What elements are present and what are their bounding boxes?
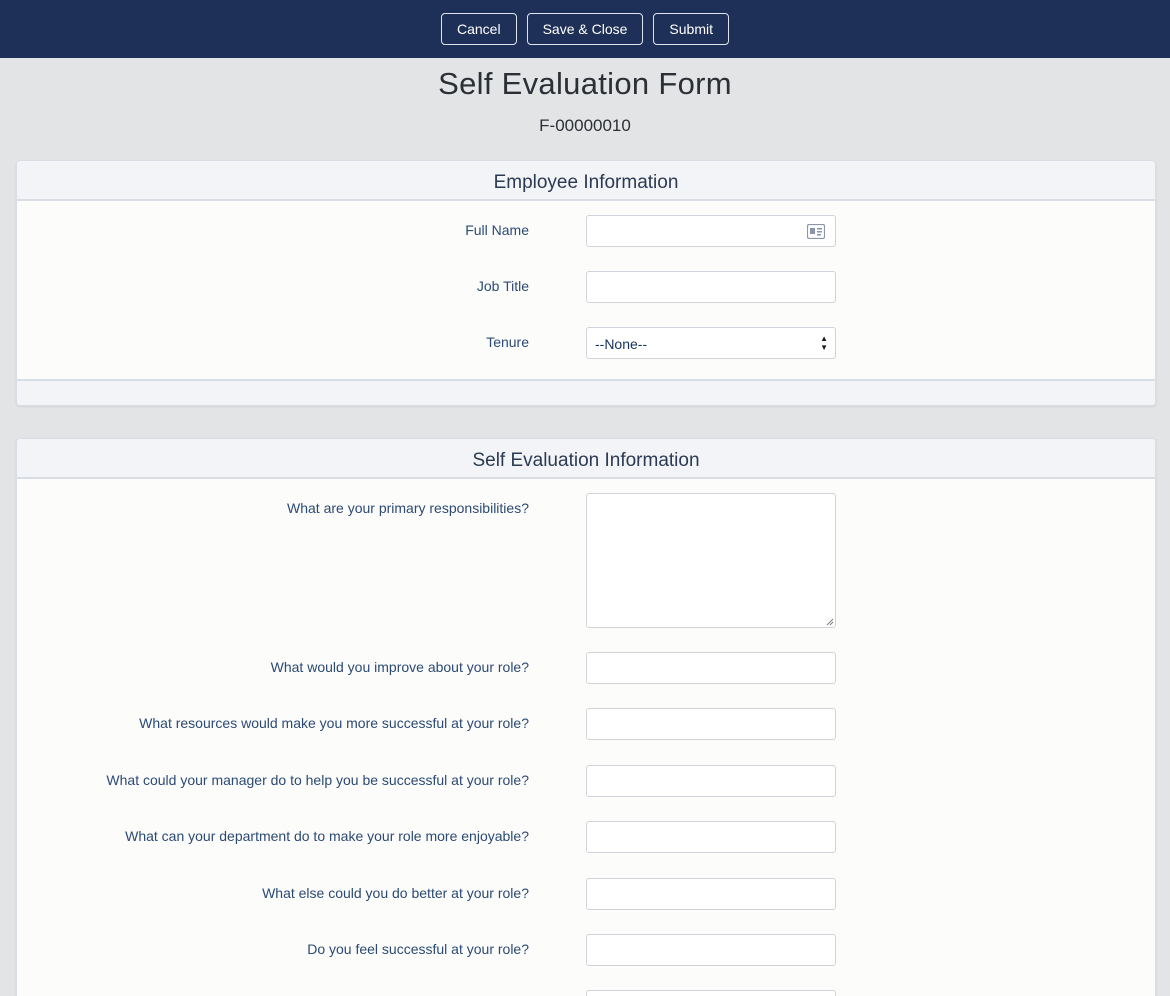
do-better-input[interactable]: [586, 878, 836, 910]
section-title: Employee Information: [17, 161, 1155, 201]
full-name-input[interactable]: [586, 215, 836, 247]
responsibilities-textarea[interactable]: [586, 493, 836, 628]
form-id: F-00000010: [539, 116, 631, 135]
job-title-label: Job Title: [476, 278, 529, 294]
question-label: What could your manager do to help you b…: [106, 772, 529, 788]
tenure-select[interactable]: --None-- ▲ ▼: [586, 327, 836, 359]
question-label: What would you improve about your role?: [270, 659, 529, 675]
improve-role-input[interactable]: [586, 652, 836, 684]
tenure-label: Tenure: [486, 334, 529, 350]
question-label: What can your department do to make your…: [125, 828, 529, 844]
job-title-input[interactable]: [586, 271, 836, 303]
feel-successful-input[interactable]: [586, 934, 836, 966]
action-bar: Cancel Save & Close Submit: [0, 0, 1170, 58]
resources-input[interactable]: [586, 708, 836, 740]
contact-card-icon[interactable]: [807, 224, 825, 239]
question-label: Do you feel successful at your role?: [307, 941, 529, 957]
question-label: What else could you do better at your ro…: [262, 885, 529, 901]
page-title: Self Evaluation Form: [438, 66, 732, 101]
section-title: Self Evaluation Information: [17, 439, 1155, 479]
full-name-label: Full Name: [465, 222, 529, 238]
employee-information-section: Employee Information Full Name Job Title…: [16, 160, 1156, 406]
question-label: What resources would make you more succe…: [139, 715, 529, 731]
manager-help-input[interactable]: [586, 765, 836, 797]
next-question-input[interactable]: [586, 990, 836, 996]
cancel-button[interactable]: Cancel: [441, 13, 517, 45]
self-evaluation-section: Self Evaluation Information What are you…: [16, 438, 1156, 996]
tenure-selected-value: --None--: [595, 336, 648, 352]
select-arrows-icon: ▲ ▼: [820, 334, 828, 352]
resize-handle-icon[interactable]: [826, 618, 834, 626]
section-footer: [17, 379, 1155, 405]
question-label: What are your primary responsibilities?: [287, 500, 529, 516]
submit-button[interactable]: Submit: [653, 13, 729, 45]
save-and-close-button[interactable]: Save & Close: [526, 13, 644, 45]
department-input[interactable]: [586, 821, 836, 853]
